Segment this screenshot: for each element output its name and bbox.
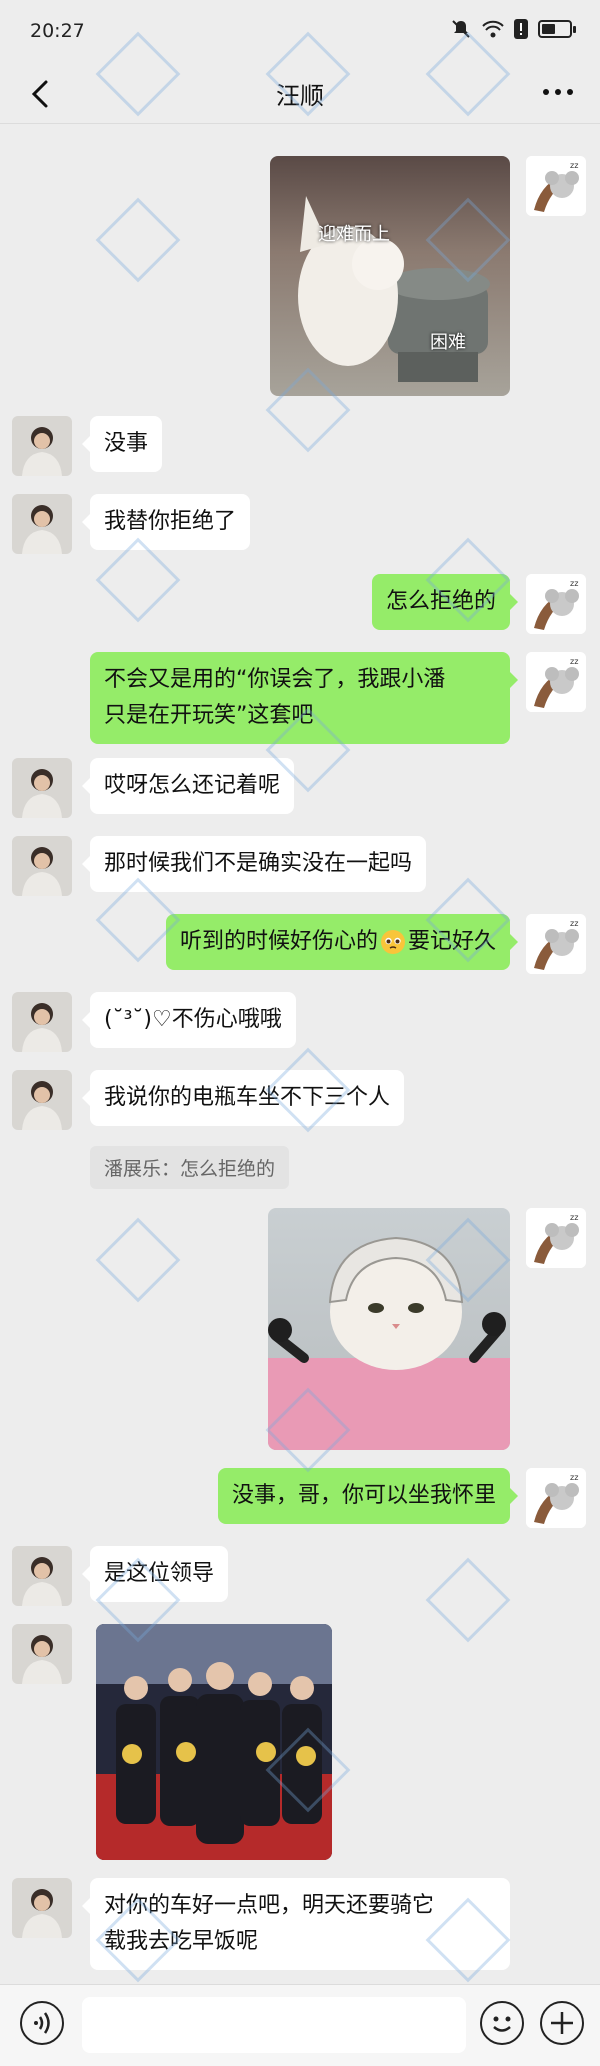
contact-avatar-photo bbox=[12, 1878, 72, 1938]
contact-avatar-photo bbox=[12, 1624, 72, 1684]
message-bubble[interactable]: 我替你拒绝了 bbox=[81, 494, 251, 550]
avatar-contact[interactable] bbox=[12, 416, 72, 476]
message-row: 没事，哥，你可以坐我怀里 zz bbox=[0, 1468, 600, 1528]
koala-avatar-icon: zz bbox=[526, 1208, 586, 1268]
voice-icon bbox=[34, 2012, 50, 2034]
message-row: 对你的车好一点吧，明天还要骑它 载我去吃早饭呢 bbox=[0, 1878, 600, 1970]
avatar-contact[interactable] bbox=[12, 758, 72, 818]
alert-icon bbox=[514, 19, 528, 39]
message-input[interactable] bbox=[82, 1997, 466, 2053]
message-bubble[interactable]: 哎呀怎么还记着呢 bbox=[81, 758, 295, 814]
message-row: 听到的时候好伤心的 要记好久 zz bbox=[0, 914, 600, 974]
svg-text:zz: zz bbox=[570, 919, 578, 928]
message-bubble[interactable]: 没事 bbox=[81, 416, 163, 472]
message-row: 怎么拒绝的 zz bbox=[0, 574, 600, 634]
avatar-self[interactable]: zz bbox=[526, 1208, 586, 1268]
contact-avatar-photo bbox=[12, 992, 72, 1052]
voice-button[interactable] bbox=[20, 2001, 64, 2045]
avatar-self[interactable]: zz bbox=[526, 1468, 586, 1528]
avatar-self[interactable]: zz bbox=[526, 574, 586, 634]
contact-avatar-photo bbox=[12, 836, 72, 896]
avatar-self[interactable]: zz bbox=[526, 652, 586, 712]
plus-button[interactable] bbox=[540, 2001, 584, 2045]
message-bubble[interactable]: 没事，哥，你可以坐我怀里 bbox=[217, 1468, 519, 1524]
status-time: 20:27 bbox=[30, 20, 85, 42]
battery-icon bbox=[538, 20, 576, 38]
contact-avatar-photo bbox=[12, 758, 72, 818]
quoted-reply[interactable]: 潘展乐：怎么拒绝的 bbox=[90, 1146, 290, 1189]
avatar-contact[interactable] bbox=[12, 992, 72, 1052]
contact-avatar-photo bbox=[12, 1070, 72, 1130]
message-bubble[interactable]: 我说你的电瓶车坐不下三个人 bbox=[81, 1070, 405, 1126]
message-bubble[interactable]: (˘³˘)♡不伤心哦哦 bbox=[82, 992, 296, 1048]
koala-avatar-icon: zz bbox=[526, 652, 586, 712]
plus-icon bbox=[551, 2012, 573, 2034]
input-bar bbox=[0, 1984, 600, 2066]
koala-avatar-icon: zz bbox=[526, 574, 586, 634]
avatar-self[interactable]: zz bbox=[526, 914, 586, 974]
message-line: 不会又是用的“你误会了，我跟小潘 bbox=[104, 667, 446, 692]
message-line: 对你的车好一点吧，明天还要骑它 bbox=[104, 1893, 435, 1918]
svg-text:zz: zz bbox=[570, 161, 578, 170]
message-row: 迎难而上 困难 zz bbox=[0, 156, 600, 396]
avatar-contact[interactable] bbox=[12, 1624, 72, 1684]
sticker-caption-bottom: 困难 bbox=[430, 332, 466, 353]
emoji-icon bbox=[493, 2016, 511, 2032]
avatar-contact[interactable] bbox=[12, 1070, 72, 1130]
avatar-contact[interactable] bbox=[12, 1878, 72, 1938]
message-row: 我替你拒绝了 bbox=[0, 494, 600, 554]
message-text: 听到的时候好伤心的 bbox=[179, 929, 378, 954]
battery-level bbox=[542, 24, 555, 34]
contact-avatar-photo bbox=[12, 494, 72, 554]
more-icon bbox=[543, 89, 573, 95]
wifi-icon bbox=[482, 20, 504, 38]
contact-avatar-photo bbox=[12, 416, 72, 476]
svg-text:zz: zz bbox=[570, 657, 578, 666]
sticker-caption-top: 迎难而上 bbox=[318, 224, 390, 245]
koala-avatar-icon: zz bbox=[526, 156, 586, 216]
pleading-face-emoji-icon bbox=[380, 930, 405, 954]
contact-avatar-photo bbox=[12, 1546, 72, 1606]
avatar-contact[interactable] bbox=[12, 1546, 72, 1606]
message-row: 那时候我们不是确实没在一起吗 bbox=[0, 836, 600, 896]
more-button[interactable] bbox=[536, 70, 580, 114]
svg-text:zz: zz bbox=[570, 579, 578, 588]
koala-avatar-icon: zz bbox=[526, 914, 586, 974]
svg-text:zz: zz bbox=[570, 1213, 578, 1222]
avatar-contact[interactable] bbox=[12, 494, 72, 554]
message-row: (˘³˘)♡不伤心哦哦 bbox=[0, 992, 600, 1052]
avatar-contact[interactable] bbox=[12, 836, 72, 896]
message-row: 是这位领导 bbox=[0, 1546, 600, 1606]
avatar-self[interactable]: zz bbox=[526, 156, 586, 216]
koala-avatar-icon: zz bbox=[526, 1468, 586, 1528]
svg-text:zz: zz bbox=[570, 1473, 578, 1482]
emoji-button[interactable] bbox=[480, 2001, 524, 2045]
